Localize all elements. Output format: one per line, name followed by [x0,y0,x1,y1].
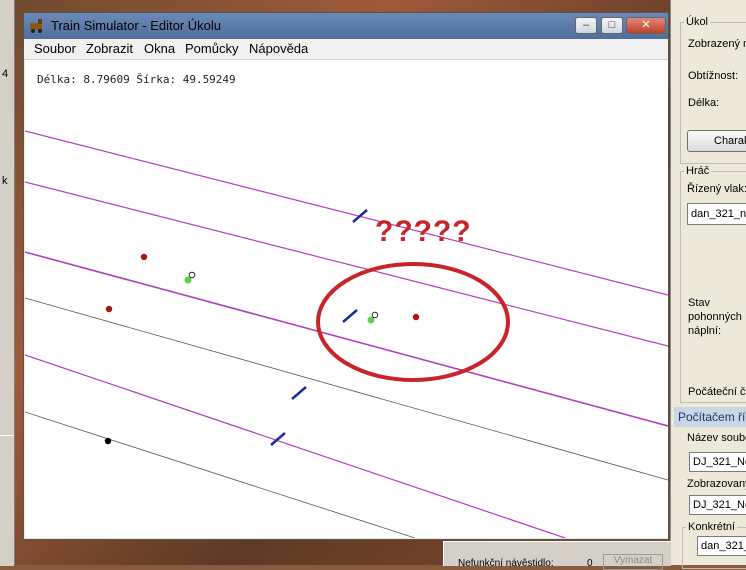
label-delka: Délka: [688,97,720,109]
signal-red [105,305,113,313]
track-line [25,181,668,347]
track-line-gray [25,411,416,538]
edge-label: 4 [2,68,9,80]
minimize-button[interactable]: – [575,17,597,34]
zobrazovany-field[interactable]: DJ_321_Ne [689,495,746,515]
point-black [104,437,112,445]
group-konkretni-header: Konkrétní [686,521,738,533]
label-rizeny-vlak: Řízený vlak: [687,183,746,195]
menu-zobrazit[interactable]: Zobrazit [86,41,133,56]
map-canvas[interactable]: Délka: 8.79609 Šírka: 49.59249 ????? [25,60,668,538]
track-marker [342,309,358,323]
title-bar[interactable]: Train Simulator - Editor Úkolu – □ ✕ [24,13,668,39]
track-map [25,130,668,538]
track-line [25,130,668,296]
question-annotation: ????? [375,215,472,248]
label-zobrazovany: Zobrazovaný [687,478,746,490]
label-stav-1: Stav [688,297,711,309]
track-marker [291,386,307,400]
nefunkcni-count: 0 [587,558,593,569]
label-nefunkcni-navestidlo: Nefunkční návěstidlo: [458,558,554,569]
label-obtiznost: Obtížnost: [688,70,739,82]
nazev-souboru-field[interactable]: DJ_321_Ne [689,452,746,472]
label-pocatecni-cas: Počáteční ča [688,386,746,398]
close-button[interactable]: ✕ [626,17,666,34]
track-line-selected [25,251,668,427]
clock-icon [371,311,379,319]
train-app-icon [30,19,42,33]
label-nazev-souboru: Název soubo [687,432,746,444]
track-marker [352,209,368,223]
section-pocitacem-rizene[interactable]: Počítačem ří [674,407,746,427]
group-hrac-header: Hráč [684,165,712,177]
menu-pomucky[interactable]: Pomůcky [185,41,238,56]
menu-okna[interactable]: Okna [144,41,175,56]
track-line [25,354,566,538]
label-zobrazeny: Zobrazený n [688,38,746,50]
track-line-gray [25,297,668,481]
window-title: Train Simulator - Editor Úkolu [51,18,222,33]
signal-red [140,253,148,261]
menu-soubor[interactable]: Soubor [34,41,76,56]
menu-napoveda[interactable]: Nápověda [249,41,308,56]
maximize-button[interactable]: □ [601,17,623,34]
bottom-toolbar: Nefunkční návěstidlo: 0 Vymazat [443,541,671,570]
task-properties-panel: Úkol Zobrazený n Obtížnost: Délka: Hráč … [670,0,746,569]
clock-icon [188,271,196,279]
rizeny-vlak-field[interactable]: dan_321_ne [687,203,746,225]
label-stav-2: pohonných [688,311,742,323]
signal-red [412,313,420,321]
menu-bar: Soubor Zobrazit Okna Pomůcky Nápověda [24,39,668,60]
konkretni-field[interactable]: dan_321_ [697,536,746,556]
group-ukol-header: Úkol [684,16,711,28]
vymazat-button[interactable]: Vymazat [603,554,663,570]
editor-window: Train Simulator - Editor Úkolu – □ ✕ Sou… [23,12,669,540]
charakteristika-button[interactable]: Charak [687,130,746,152]
label-stav-3: náplní: [688,325,722,337]
background-window-edge-lower [0,435,14,566]
edge-label: k [2,175,8,187]
